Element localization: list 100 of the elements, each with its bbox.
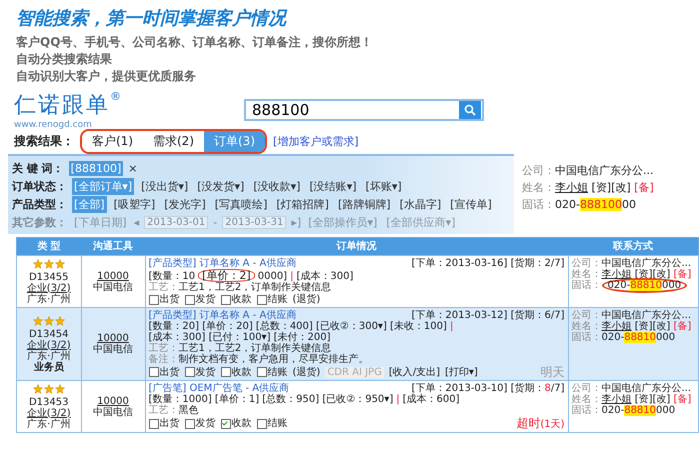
note-link[interactable]: [备] [634, 181, 654, 194]
checkbox[interactable] [256, 367, 266, 377]
order-title-link[interactable]: [广告笔] OEM广告笔 - A供应商 [148, 383, 290, 394]
tool-name: 中国电信 [92, 406, 134, 418]
action-link[interactable]: (退货) [292, 366, 320, 378]
star-icon [44, 384, 54, 394]
tool-name: 中国电信 [92, 282, 134, 292]
contact-name-link[interactable]: 李小姐 [602, 394, 632, 405]
logo-url: www.renogd.com [14, 120, 93, 130]
field-label: 固话： [572, 332, 602, 343]
checkbox-label: 发货 [196, 418, 216, 429]
search-button[interactable] [459, 101, 481, 119]
action-links[interactable]: [资][改] [634, 321, 670, 332]
checkbox[interactable] [220, 418, 230, 428]
checkbox[interactable] [148, 418, 158, 428]
filter-option[interactable]: [水晶字] [398, 196, 444, 212]
contact-name-link[interactable]: 李小姐 [602, 269, 632, 280]
tool-link[interactable]: 10000 [97, 270, 129, 282]
registered-mark: ® [110, 90, 121, 103]
checkbox[interactable] [256, 294, 266, 304]
contact-name-link[interactable]: 李小姐 [602, 321, 632, 332]
filter-option[interactable]: [坏账▾] [364, 178, 404, 194]
checkbox[interactable] [184, 294, 194, 304]
region-text: 广东·广州 [26, 418, 72, 430]
action-links[interactable]: [资][改] [634, 269, 670, 280]
phone-number: 020-88810000 [602, 332, 676, 343]
region-text: 广东·广州 [26, 294, 72, 304]
tool-link[interactable]: 10000 [97, 333, 129, 344]
tool-link[interactable]: 10000 [97, 396, 129, 406]
column-header: 订单情况 [145, 238, 568, 256]
status-text: 超时(1天) [516, 418, 564, 430]
filter-option[interactable]: [发光字] [162, 196, 208, 212]
agent-text: 业务员 [32, 362, 65, 372]
company-name: 中国电信广东分公... [602, 310, 692, 321]
level-link[interactable]: 企业(3/2) [26, 408, 71, 418]
feature-text: 自动识别大客户，提供更优质服务 [16, 68, 197, 85]
checkbox-label: 结账 [268, 366, 288, 378]
action-link[interactable]: [打印▾] [445, 366, 478, 378]
separator-text: | [450, 321, 454, 332]
star-icon [32, 258, 43, 268]
headline: 智能搜索，第一时间掌握客户情况 [16, 7, 288, 30]
action-links[interactable]: [资][改] [634, 394, 670, 405]
filter-label: 订单状态： [12, 178, 67, 194]
checkbox[interactable] [184, 418, 194, 428]
checkbox[interactable] [256, 418, 266, 428]
order-date: [下单：2013-03-10] [货期：8/7] [411, 383, 564, 394]
star-icon [54, 258, 65, 268]
separator-text: | [396, 394, 400, 405]
checkbox-label: 结账 [268, 294, 288, 305]
filter-label: 其它参数： [12, 214, 67, 230]
filter-option[interactable]: [写真喷绘] [212, 196, 270, 212]
results-label: 搜索结果： [12, 132, 74, 150]
checkbox-label: 发货 [196, 294, 216, 305]
column-header: 类 型 [16, 238, 81, 256]
action-link[interactable]: [收入/支出] [388, 366, 440, 378]
filter-option[interactable]: [没发货▾] [195, 178, 246, 194]
filter-option[interactable]: [灯箱招牌] [274, 196, 331, 212]
contact-name-link[interactable]: 李小姐 [555, 181, 588, 194]
filter-option[interactable]: [路牌铜牌] [336, 196, 393, 212]
note-link[interactable]: [备] [673, 269, 692, 280]
checkbox[interactable] [220, 367, 230, 377]
add-link[interactable]: [增加客户或需求] [273, 134, 359, 148]
feature-text: 客户QQ号、手机号、公司名称、订单名称、订单备注，搜你所想！ [16, 34, 374, 51]
field-label: 姓名： [572, 321, 602, 332]
checkbox-label: 出货 [160, 294, 180, 305]
action-links[interactable]: [资][改] [592, 181, 631, 194]
checkbox-label: 收款 [232, 418, 252, 429]
level-link[interactable]: 企业(3/2) [26, 282, 71, 294]
filter-option[interactable]: [宣传单] [448, 196, 494, 212]
order-code: D13453 [28, 396, 70, 408]
filter-option[interactable]: [没收款▾] [251, 178, 302, 194]
file-types-text: CDR AI JPG [325, 366, 384, 378]
level-link[interactable]: 企业(3/2) [26, 340, 71, 350]
order-title-link[interactable]: [产品类型] 订单名称 A - A供应商 [148, 258, 296, 269]
figures-text: [成本：600] [402, 394, 460, 405]
search-field[interactable]: 888100 [244, 99, 484, 121]
arrow-button[interactable]: × [128, 162, 138, 174]
checkbox[interactable] [148, 294, 158, 304]
action-link[interactable]: (退货) [292, 294, 320, 305]
filter-option[interactable]: [吸塑字] [112, 196, 158, 212]
order-code: D13454 [28, 328, 70, 340]
checkbox[interactable] [220, 294, 230, 304]
field-label: 公司： [572, 310, 602, 321]
filter-option[interactable]: [没结账▾] [307, 178, 359, 194]
figures-text: [数量：20] [单价：20] [总数：400] [已收②：300▾] [未收：100] [148, 321, 447, 332]
star-icon [32, 316, 43, 326]
field-label: 姓名： [572, 394, 602, 405]
separator-text: - [213, 216, 218, 228]
checkbox[interactable] [184, 367, 194, 377]
note-link[interactable]: [备] [673, 394, 692, 405]
figures-text: 0000] [258, 271, 288, 282]
order-title-link[interactable]: [产品类型] 订单名称 A - A供应商 [148, 310, 296, 321]
tool-name: 中国电信 [92, 344, 134, 355]
note-label: 工艺： [148, 405, 178, 416]
filter-option[interactable]: [没出货▾] [139, 178, 190, 194]
field-label: 姓名： [572, 269, 602, 280]
field-label: 姓名： [522, 181, 555, 194]
field-label: 公司： [522, 164, 555, 177]
note-label: 工艺： [148, 343, 178, 354]
checkbox[interactable] [148, 367, 158, 377]
